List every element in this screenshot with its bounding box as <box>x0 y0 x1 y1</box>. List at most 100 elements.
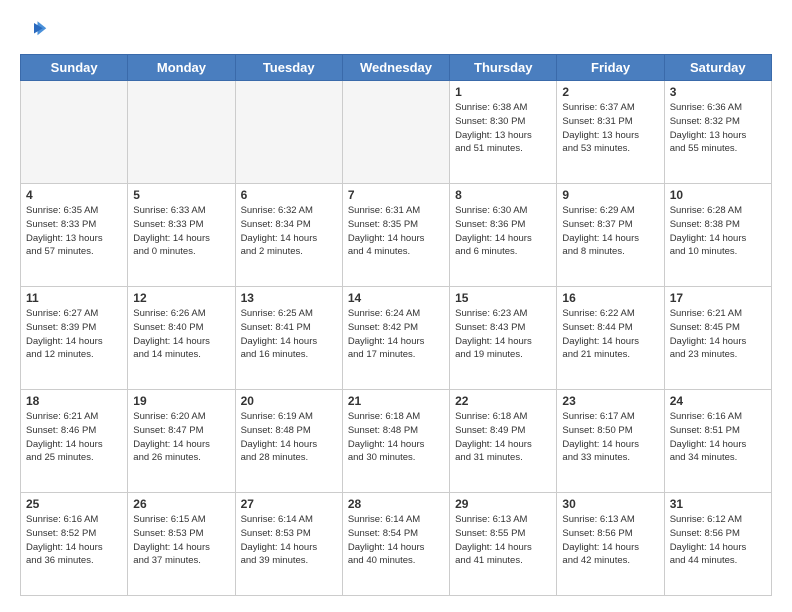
day-number: 24 <box>670 394 766 408</box>
day-info: Sunrise: 6:20 AM Sunset: 8:47 PM Dayligh… <box>133 410 229 465</box>
calendar-header: SundayMondayTuesdayWednesdayThursdayFrid… <box>21 55 772 81</box>
calendar-cell: 5 Sunrise: 6:33 AM Sunset: 8:33 PM Daylig… <box>128 184 235 287</box>
calendar-cell: 9 Sunrise: 6:29 AM Sunset: 8:37 PM Daylig… <box>557 184 664 287</box>
day-number: 5 <box>133 188 229 202</box>
day-info: Sunrise: 6:16 AM Sunset: 8:51 PM Dayligh… <box>670 410 766 465</box>
day-info: Sunrise: 6:31 AM Sunset: 8:35 PM Dayligh… <box>348 204 444 259</box>
day-info: Sunrise: 6:25 AM Sunset: 8:41 PM Dayligh… <box>241 307 337 362</box>
header <box>20 16 772 44</box>
calendar-cell <box>235 81 342 184</box>
day-info: Sunrise: 6:32 AM Sunset: 8:34 PM Dayligh… <box>241 204 337 259</box>
day-number: 28 <box>348 497 444 511</box>
day-info: Sunrise: 6:14 AM Sunset: 8:54 PM Dayligh… <box>348 513 444 568</box>
day-info: Sunrise: 6:22 AM Sunset: 8:44 PM Dayligh… <box>562 307 658 362</box>
calendar-cell <box>21 81 128 184</box>
weekday-header: Thursday <box>450 55 557 81</box>
calendar-cell: 10 Sunrise: 6:28 AM Sunset: 8:38 PM Dayli… <box>664 184 771 287</box>
day-info: Sunrise: 6:17 AM Sunset: 8:50 PM Dayligh… <box>562 410 658 465</box>
day-number: 25 <box>26 497 122 511</box>
day-info: Sunrise: 6:33 AM Sunset: 8:33 PM Dayligh… <box>133 204 229 259</box>
day-info: Sunrise: 6:14 AM Sunset: 8:53 PM Dayligh… <box>241 513 337 568</box>
calendar-cell: 19 Sunrise: 6:20 AM Sunset: 8:47 PM Dayli… <box>128 390 235 493</box>
calendar-cell: 24 Sunrise: 6:16 AM Sunset: 8:51 PM Dayli… <box>664 390 771 493</box>
day-number: 7 <box>348 188 444 202</box>
calendar-cell: 12 Sunrise: 6:26 AM Sunset: 8:40 PM Dayli… <box>128 287 235 390</box>
day-number: 20 <box>241 394 337 408</box>
calendar-cell: 16 Sunrise: 6:22 AM Sunset: 8:44 PM Dayli… <box>557 287 664 390</box>
logo-icon <box>20 16 48 44</box>
day-number: 22 <box>455 394 551 408</box>
day-number: 18 <box>26 394 122 408</box>
day-info: Sunrise: 6:12 AM Sunset: 8:56 PM Dayligh… <box>670 513 766 568</box>
day-number: 15 <box>455 291 551 305</box>
day-info: Sunrise: 6:37 AM Sunset: 8:31 PM Dayligh… <box>562 101 658 156</box>
day-number: 26 <box>133 497 229 511</box>
calendar-cell <box>128 81 235 184</box>
day-info: Sunrise: 6:30 AM Sunset: 8:36 PM Dayligh… <box>455 204 551 259</box>
day-number: 29 <box>455 497 551 511</box>
calendar-cell: 22 Sunrise: 6:18 AM Sunset: 8:49 PM Dayli… <box>450 390 557 493</box>
day-info: Sunrise: 6:23 AM Sunset: 8:43 PM Dayligh… <box>455 307 551 362</box>
calendar-cell: 23 Sunrise: 6:17 AM Sunset: 8:50 PM Dayli… <box>557 390 664 493</box>
calendar-body: 1Sunrise: 6:38 AM Sunset: 8:30 PM Daylig… <box>21 81 772 596</box>
calendar-cell: 26 Sunrise: 6:15 AM Sunset: 8:53 PM Dayli… <box>128 493 235 596</box>
calendar-cell: 7 Sunrise: 6:31 AM Sunset: 8:35 PM Daylig… <box>342 184 449 287</box>
day-number: 13 <box>241 291 337 305</box>
day-info: Sunrise: 6:26 AM Sunset: 8:40 PM Dayligh… <box>133 307 229 362</box>
day-info: Sunrise: 6:36 AM Sunset: 8:32 PM Dayligh… <box>670 101 766 156</box>
calendar-cell: 15 Sunrise: 6:23 AM Sunset: 8:43 PM Dayli… <box>450 287 557 390</box>
day-number: 16 <box>562 291 658 305</box>
calendar-cell: 30Sunrise: 6:13 AM Sunset: 8:56 PM Dayli… <box>557 493 664 596</box>
day-number: 17 <box>670 291 766 305</box>
day-number: 1 <box>455 85 551 99</box>
day-info: Sunrise: 6:35 AM Sunset: 8:33 PM Dayligh… <box>26 204 122 259</box>
calendar-week-row: 11Sunrise: 6:27 AM Sunset: 8:39 PM Dayli… <box>21 287 772 390</box>
calendar-cell: 21Sunrise: 6:18 AM Sunset: 8:48 PM Dayli… <box>342 390 449 493</box>
day-info: Sunrise: 6:13 AM Sunset: 8:56 PM Dayligh… <box>562 513 658 568</box>
day-info: Sunrise: 6:24 AM Sunset: 8:42 PM Dayligh… <box>348 307 444 362</box>
weekday-header: Tuesday <box>235 55 342 81</box>
day-number: 27 <box>241 497 337 511</box>
calendar-cell: 13 Sunrise: 6:25 AM Sunset: 8:41 PM Dayli… <box>235 287 342 390</box>
weekday-header: Saturday <box>664 55 771 81</box>
day-number: 19 <box>133 394 229 408</box>
calendar-table: SundayMondayTuesdayWednesdayThursdayFrid… <box>20 54 772 596</box>
day-info: Sunrise: 6:28 AM Sunset: 8:38 PM Dayligh… <box>670 204 766 259</box>
weekday-header: Monday <box>128 55 235 81</box>
weekday-header: Wednesday <box>342 55 449 81</box>
calendar-cell: 27 Sunrise: 6:14 AM Sunset: 8:53 PM Dayli… <box>235 493 342 596</box>
calendar-cell: 8 Sunrise: 6:30 AM Sunset: 8:36 PM Daylig… <box>450 184 557 287</box>
day-info: Sunrise: 6:18 AM Sunset: 8:49 PM Dayligh… <box>455 410 551 465</box>
day-number: 2 <box>562 85 658 99</box>
day-info: Sunrise: 6:13 AM Sunset: 8:55 PM Dayligh… <box>455 513 551 568</box>
day-number: 4 <box>26 188 122 202</box>
weekday-row: SundayMondayTuesdayWednesdayThursdayFrid… <box>21 55 772 81</box>
day-number: 21 <box>348 394 444 408</box>
day-number: 12 <box>133 291 229 305</box>
calendar-cell: 18Sunrise: 6:21 AM Sunset: 8:46 PM Dayli… <box>21 390 128 493</box>
day-number: 6 <box>241 188 337 202</box>
calendar-cell: 2 Sunrise: 6:37 AM Sunset: 8:31 PM Daylig… <box>557 81 664 184</box>
day-number: 3 <box>670 85 766 99</box>
day-number: 31 <box>670 497 766 511</box>
calendar-cell: 11Sunrise: 6:27 AM Sunset: 8:39 PM Dayli… <box>21 287 128 390</box>
day-number: 14 <box>348 291 444 305</box>
day-info: Sunrise: 6:29 AM Sunset: 8:37 PM Dayligh… <box>562 204 658 259</box>
page: SundayMondayTuesdayWednesdayThursdayFrid… <box>0 0 792 612</box>
calendar-cell: 31 Sunrise: 6:12 AM Sunset: 8:56 PM Dayli… <box>664 493 771 596</box>
day-info: Sunrise: 6:27 AM Sunset: 8:39 PM Dayligh… <box>26 307 122 362</box>
day-number: 23 <box>562 394 658 408</box>
day-info: Sunrise: 6:15 AM Sunset: 8:53 PM Dayligh… <box>133 513 229 568</box>
calendar-cell: 14 Sunrise: 6:24 AM Sunset: 8:42 PM Dayli… <box>342 287 449 390</box>
day-number: 9 <box>562 188 658 202</box>
calendar-cell: 20Sunrise: 6:19 AM Sunset: 8:48 PM Dayli… <box>235 390 342 493</box>
day-number: 10 <box>670 188 766 202</box>
calendar-cell: 29 Sunrise: 6:13 AM Sunset: 8:55 PM Dayli… <box>450 493 557 596</box>
calendar-cell: 17Sunrise: 6:21 AM Sunset: 8:45 PM Dayli… <box>664 287 771 390</box>
calendar-week-row: 4 Sunrise: 6:35 AM Sunset: 8:33 PM Daylig… <box>21 184 772 287</box>
calendar-cell: 3 Sunrise: 6:36 AM Sunset: 8:32 PM Daylig… <box>664 81 771 184</box>
day-number: 8 <box>455 188 551 202</box>
day-info: Sunrise: 6:16 AM Sunset: 8:52 PM Dayligh… <box>26 513 122 568</box>
calendar-cell: 25 Sunrise: 6:16 AM Sunset: 8:52 PM Dayli… <box>21 493 128 596</box>
logo <box>20 16 52 44</box>
